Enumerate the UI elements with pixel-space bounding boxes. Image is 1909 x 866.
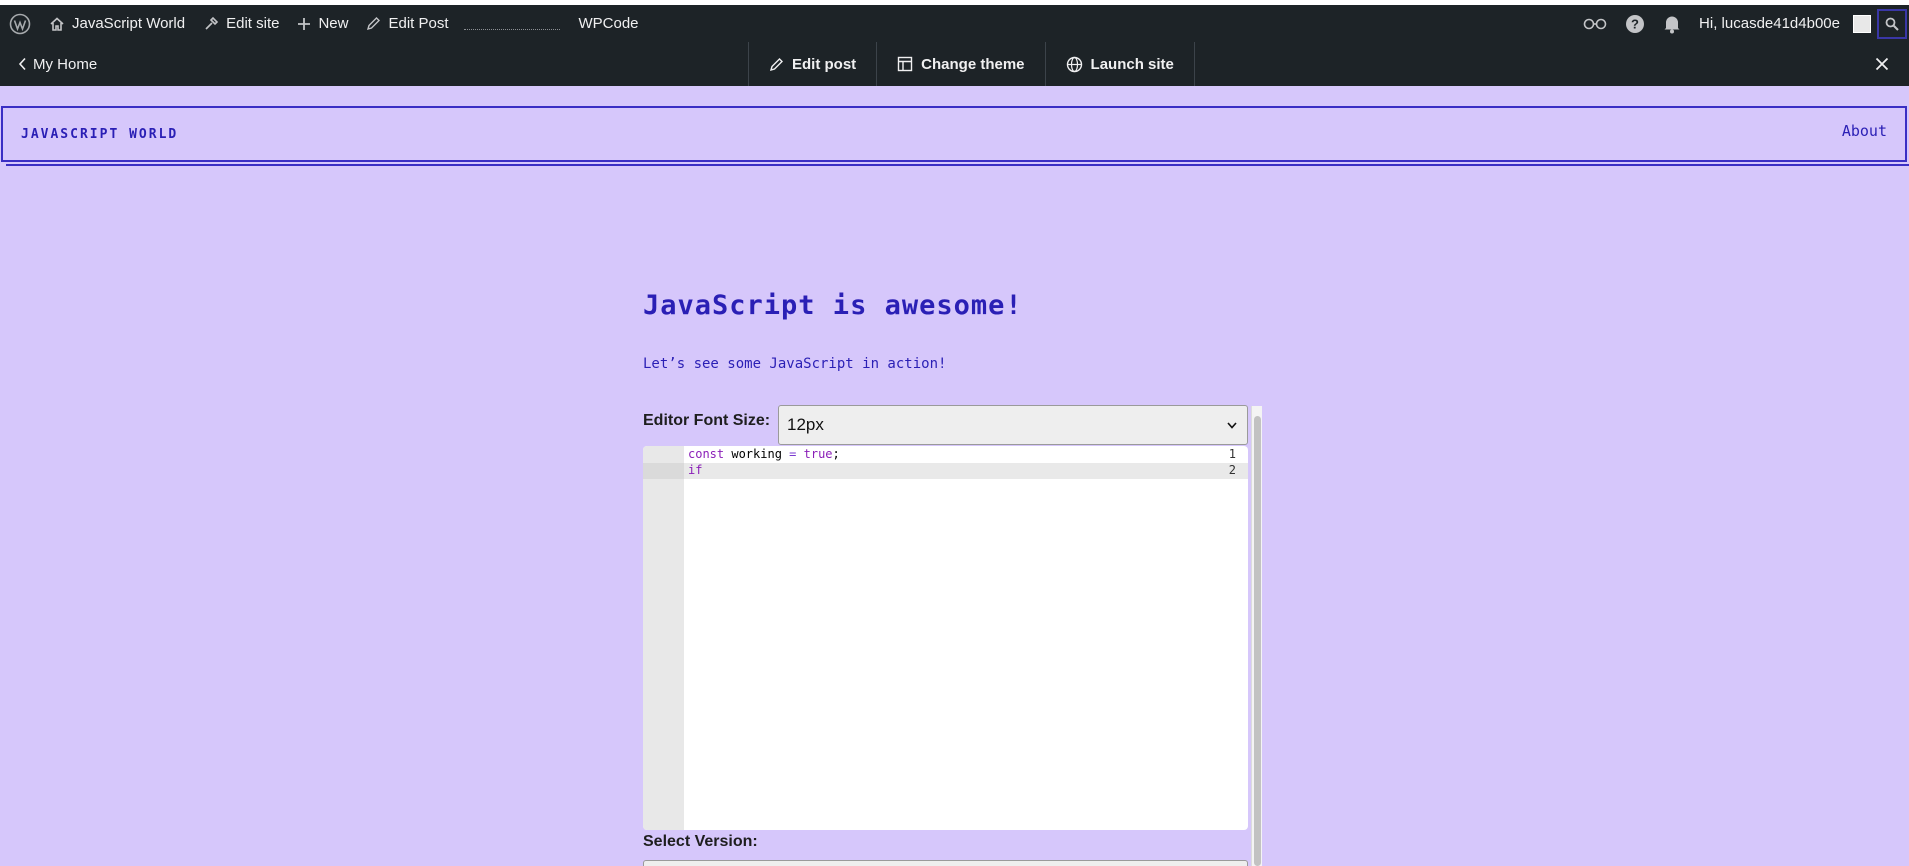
edit-post-label: Edit Post <box>388 15 449 32</box>
change-theme-label: Change theme <box>921 55 1025 73</box>
my-home-label: My Home <box>33 55 98 73</box>
wpcode-label: WPCode <box>578 15 639 32</box>
pencil-icon <box>769 57 783 71</box>
wordpress-logo-icon <box>9 13 31 34</box>
launch-actions: Edit post Change theme Launch site <box>748 42 1195 86</box>
new-label: New <box>318 15 349 32</box>
value-token: true <box>796 447 833 461</box>
edit-post-button-label: Edit post <box>792 55 857 73</box>
editor-font-size-label: Editor Font Size: <box>643 412 771 429</box>
close-icon <box>1875 57 1889 71</box>
notifications-button[interactable] <box>1654 5 1690 42</box>
search-icon <box>1885 17 1899 31</box>
line-number-gutter <box>643 446 684 830</box>
greeting-label: Hi, lucasde41d4b00e <box>1699 15 1840 32</box>
code-line[interactable]: if <box>688 463 702 479</box>
brush-icon <box>205 16 219 30</box>
post-title: JavaScript is awesome! <box>643 290 1023 321</box>
line-number: 1 <box>1228 447 1236 461</box>
keyword-token: if <box>688 463 703 477</box>
dotted-separator <box>463 18 560 30</box>
help-icon: ? <box>1626 14 1645 33</box>
site-title-link[interactable]: JavaScript World <box>21 127 178 142</box>
launch-bar: My Home Edit post Change theme Launch si… <box>0 42 1909 86</box>
identifier-token: working <box>724 447 790 461</box>
nav-about-link[interactable]: About <box>1842 122 1887 140</box>
scrollbar-thumb[interactable] <box>1254 416 1261 866</box>
my-home-link[interactable]: My Home <box>18 42 97 86</box>
pencil-icon <box>367 17 381 31</box>
wordpress-logo-button[interactable] <box>0 5 40 42</box>
vertical-scrollbar[interactable] <box>1251 406 1262 866</box>
launch-site-button[interactable]: Launch site <box>1044 42 1195 86</box>
reader-glasses-icon <box>1583 18 1607 29</box>
account-menu[interactable]: Hi, lucasde41d4b00e <box>1690 5 1877 42</box>
active-line-highlight <box>684 463 1248 479</box>
plus-icon <box>298 17 311 30</box>
code-editor[interactable]: 1 2 const working = true; if <box>643 446 1248 830</box>
line-number: 2 <box>1228 463 1236 477</box>
edit-site-link[interactable]: Edit site <box>194 5 288 42</box>
wpcode-menu[interactable]: WPCode <box>570 5 648 42</box>
edit-post-button[interactable]: Edit post <box>748 42 876 86</box>
punctuation-token: ; <box>832 447 840 461</box>
svg-text:?: ? <box>1631 16 1639 31</box>
select-version-label: Select Version: <box>643 833 758 850</box>
site-header: JavaScript World About <box>1 106 1907 162</box>
editor-font-size-select[interactable]: 12px <box>778 405 1248 445</box>
keyword-token: const <box>688 447 725 461</box>
edit-post-link[interactable]: Edit Post <box>357 5 457 42</box>
close-button[interactable] <box>1875 42 1889 86</box>
site-name-link[interactable]: JavaScript World <box>40 5 194 42</box>
bell-icon <box>1664 16 1680 33</box>
new-content-link[interactable]: New <box>288 5 357 42</box>
home-icon <box>50 16 64 31</box>
header-divider <box>6 164 1909 166</box>
chevron-down-icon <box>1227 421 1237 429</box>
code-line[interactable]: const working = true; <box>688 447 840 463</box>
change-theme-button[interactable]: Change theme <box>876 42 1044 86</box>
chevron-left-icon <box>18 57 26 71</box>
admin-bar: JavaScript World Edit site New Edit Post… <box>0 0 1909 42</box>
globe-icon <box>1066 56 1082 72</box>
layout-icon <box>897 56 913 72</box>
active-line-gutter <box>643 463 684 479</box>
search-button[interactable] <box>1877 8 1907 39</box>
reader-button[interactable] <box>1574 5 1616 42</box>
site-name-label: JavaScript World <box>72 15 186 32</box>
post-paragraph: Let’s see some JavaScript in action! <box>643 356 947 372</box>
select-version-dropdown[interactable] <box>643 860 1248 866</box>
launch-site-label: Launch site <box>1090 55 1174 73</box>
edit-site-label: Edit site <box>226 15 280 32</box>
help-button[interactable]: ? <box>1616 5 1654 42</box>
avatar <box>1853 14 1871 33</box>
font-size-value: 12px <box>787 415 824 434</box>
